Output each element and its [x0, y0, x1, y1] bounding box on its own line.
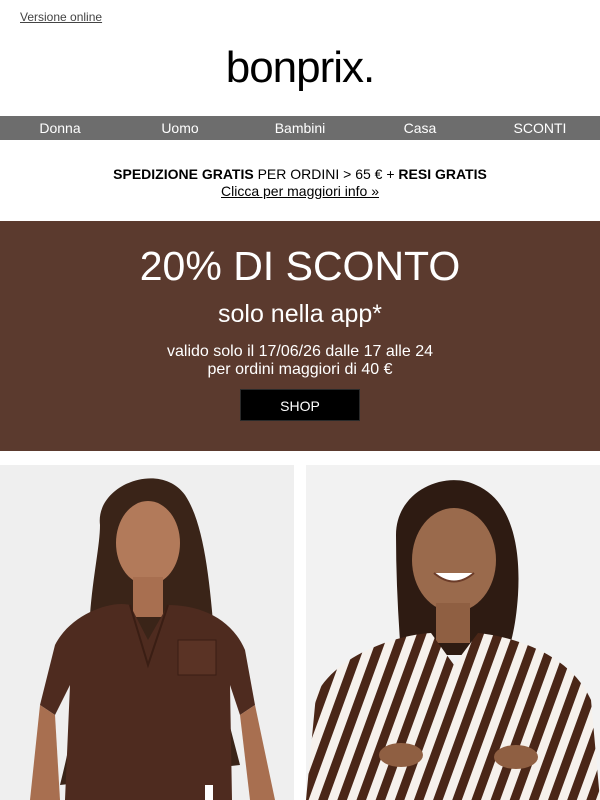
product-photo-left[interactable] — [0, 465, 294, 800]
woman-striped-shirt-image — [306, 465, 600, 800]
discount-banner: 20% DI SCONTO solo nella app* valido sol… — [0, 221, 600, 451]
logo[interactable]: bonprix. — [0, 40, 600, 96]
nav-item-casa[interactable]: Casa — [360, 116, 480, 140]
more-info-link[interactable]: Clicca per maggiori info » — [0, 183, 600, 199]
banner-subtitle: solo nella app* — [217, 300, 382, 328]
shop-button[interactable]: SHOP — [240, 389, 360, 421]
logo-text: bonprix. — [225, 43, 376, 92]
shipping-promo: SPEDIZIONE GRATIS PER ORDINI > 65 € + RE… — [0, 166, 600, 183]
top-bar: Versione online — [0, 0, 600, 34]
product-photo-right[interactable] — [306, 465, 600, 800]
banner-minimum-order: per ordini maggiori di 40 € — [207, 361, 393, 378]
returns-free-label: RESI GRATIS — [398, 166, 487, 182]
nav-item-uomo[interactable]: Uomo — [120, 116, 240, 140]
shipping-free-label: SPEDIZIONE GRATIS — [113, 166, 254, 182]
woman-brown-top-image — [0, 465, 294, 800]
online-version-link[interactable]: Versione online — [20, 10, 102, 24]
nav-item-bambini[interactable]: Bambini — [240, 116, 360, 140]
banner-title: 20% DI SCONTO — [139, 243, 461, 289]
banner-validity: valido solo il 17/06/26 dalle 17 alle 24 — [167, 343, 433, 360]
nav-item-donna[interactable]: Donna — [0, 116, 120, 140]
nav-item-sconti[interactable]: SCONTI — [480, 116, 600, 140]
main-nav: Donna Uomo Bambini Casa SCONTI — [0, 116, 600, 140]
shipping-condition: PER ORDINI > 65 € + — [253, 166, 399, 182]
